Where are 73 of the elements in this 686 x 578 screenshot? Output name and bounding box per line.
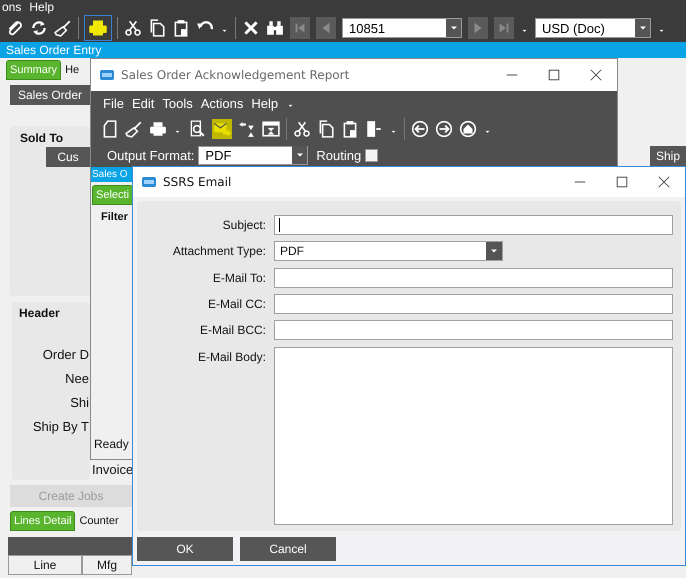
- field-label: Order D: [42, 347, 89, 362]
- status-text: Ready: [93, 437, 130, 451]
- input-field[interactable]: [274, 215, 673, 235]
- menu-item[interactable]: Help: [251, 96, 278, 110]
- window-app-icon: [141, 174, 157, 190]
- window-title: Sales Order Acknowledgement Report: [121, 68, 350, 82]
- attachment-type-select[interactable]: PDF: [274, 241, 503, 262]
- sales-order-button[interactable]: Sales Order: [10, 85, 90, 105]
- dialog-button[interactable]: OK: [137, 537, 233, 561]
- paste-icon[interactable]: [341, 120, 359, 138]
- input-field[interactable]: [274, 294, 673, 314]
- menu-item[interactable]: Actions: [200, 96, 244, 110]
- menu-item[interactable]: Tools: [162, 96, 193, 110]
- record-field[interactable]: 10851: [342, 18, 462, 38]
- section-label: Filter: [100, 210, 129, 223]
- field-label: Invoice: [92, 462, 134, 477]
- tab[interactable]: He: [62, 60, 82, 80]
- routing-label: Routing: [316, 148, 362, 162]
- field-label: E-Mail CC:: [206, 296, 266, 313]
- delete-icon[interactable]: [242, 19, 260, 37]
- scissors-icon[interactable]: [124, 19, 142, 37]
- copy-icon[interactable]: [148, 19, 166, 37]
- menu-item[interactable]: Edit: [132, 96, 154, 110]
- new-document-icon[interactable]: [101, 120, 119, 138]
- paste-icon[interactable]: [172, 19, 190, 37]
- field-label: Ship By T: [32, 419, 89, 434]
- field-label: Attachment Type:: [172, 243, 266, 260]
- output-format-select[interactable]: PDF: [198, 146, 308, 164]
- window-title: SSRS Email: [163, 175, 232, 189]
- window-title: Sales Order Entry: [0, 42, 686, 58]
- scissors-icon[interactable]: [293, 120, 311, 138]
- input-field[interactable]: [274, 320, 673, 340]
- ship-to-button[interactable]: Ship: [650, 146, 686, 166]
- print-preview-icon[interactable]: [188, 120, 206, 138]
- field-label: E-Mail To:: [212, 270, 266, 287]
- forward-icon[interactable]: [435, 120, 453, 138]
- field-label: E-Mail Body:: [196, 348, 266, 366]
- field-label: Shi: [70, 395, 89, 410]
- section-label: Sold To: [20, 131, 64, 145]
- section-label: Header: [19, 306, 60, 320]
- close-icon[interactable]: [657, 175, 671, 189]
- window-app-icon: [99, 67, 115, 83]
- input-field[interactable]: [274, 268, 673, 288]
- menu-item[interactable]: Help: [29, 0, 54, 14]
- field-label: Nee: [65, 371, 89, 386]
- copy-icon[interactable]: [317, 120, 335, 138]
- binoculars-icon[interactable]: [266, 19, 284, 37]
- home-icon[interactable]: [459, 120, 477, 138]
- menu-item[interactable]: File: [103, 96, 124, 110]
- maximize-icon[interactable]: [615, 175, 629, 189]
- paperclip-icon[interactable]: [6, 19, 24, 37]
- broom-icon[interactable]: [54, 19, 72, 37]
- back-icon[interactable]: [411, 120, 429, 138]
- tab[interactable]: Counter: [76, 511, 122, 531]
- dialog-button[interactable]: Cancel: [240, 537, 336, 561]
- exit-door-icon[interactable]: [365, 120, 383, 138]
- refresh-icon[interactable]: [30, 19, 48, 37]
- currency-select[interactable]: USD (Doc): [535, 18, 651, 38]
- broom-icon[interactable]: [125, 120, 143, 138]
- email-icon[interactable]: [213, 120, 231, 138]
- field-label: Subject:: [222, 217, 266, 234]
- close-icon[interactable]: [589, 68, 603, 82]
- column-header[interactable]: Line: [8, 555, 82, 575]
- maximize-icon[interactable]: [547, 68, 561, 82]
- body-field[interactable]: [274, 346, 673, 525]
- customer-button[interactable]: Cus: [46, 147, 90, 167]
- output-format-label: Output Format:: [107, 148, 194, 162]
- window-icon[interactable]: [262, 120, 280, 138]
- window-title: Sales O: [91, 167, 133, 182]
- column-header[interactable]: Mfg: [82, 555, 132, 575]
- field-label: E-Mail BCC:: [198, 322, 266, 340]
- routing-checkbox[interactable]: [365, 148, 378, 162]
- menu-item[interactable]: ons: [2, 0, 22, 14]
